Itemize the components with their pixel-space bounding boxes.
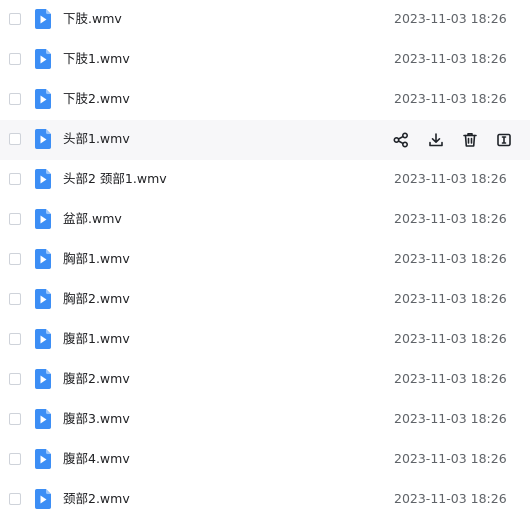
modified-time: 2023-11-03 18:26 bbox=[394, 11, 507, 26]
video-file-icon bbox=[35, 89, 51, 109]
file-row[interactable]: 颈部2.wmv 2023-11-03 18:26 bbox=[0, 480, 530, 509]
file-row[interactable]: 头部1.wmv bbox=[0, 120, 530, 160]
video-file-icon bbox=[35, 369, 51, 389]
file-name[interactable]: 下肢2.wmv bbox=[63, 91, 130, 107]
rename-icon bbox=[495, 131, 513, 149]
modified-time: 2023-11-03 18:26 bbox=[394, 171, 507, 186]
row-checkbox[interactable] bbox=[9, 333, 21, 345]
row-checkbox[interactable] bbox=[9, 213, 21, 225]
file-row[interactable]: 胸部2.wmv 2023-11-03 18:26 bbox=[0, 280, 530, 320]
video-file-icon bbox=[35, 9, 51, 29]
modified-time: 2023-11-03 18:26 bbox=[394, 411, 507, 426]
file-name[interactable]: 胸部2.wmv bbox=[63, 291, 130, 307]
modified-time: 2023-11-03 18:26 bbox=[394, 251, 507, 266]
row-checkbox[interactable] bbox=[9, 173, 21, 185]
video-file-icon bbox=[35, 449, 51, 469]
share-icon bbox=[392, 131, 410, 149]
file-row[interactable]: 下肢1.wmv 2023-11-03 18:26 bbox=[0, 40, 530, 80]
file-row[interactable]: 下肢2.wmv 2023-11-03 18:26 bbox=[0, 80, 530, 120]
download-icon bbox=[427, 131, 445, 149]
row-checkbox[interactable] bbox=[9, 413, 21, 425]
file-row[interactable]: 腹部2.wmv 2023-11-03 18:26 bbox=[0, 360, 530, 400]
file-name[interactable]: 下肢1.wmv bbox=[63, 51, 130, 67]
video-file-icon bbox=[35, 289, 51, 309]
row-checkbox[interactable] bbox=[9, 373, 21, 385]
file-name[interactable]: 头部1.wmv bbox=[63, 131, 130, 147]
video-file-icon bbox=[35, 329, 51, 349]
video-file-icon bbox=[35, 129, 51, 149]
modified-time: 2023-11-03 18:26 bbox=[394, 331, 507, 346]
file-name[interactable]: 下肢.wmv bbox=[63, 11, 122, 27]
video-file-icon bbox=[35, 49, 51, 69]
share-button[interactable] bbox=[392, 131, 410, 149]
file-row[interactable]: 头部2 颈部1.wmv 2023-11-03 18:26 bbox=[0, 160, 530, 200]
row-checkbox[interactable] bbox=[9, 133, 21, 145]
file-name[interactable]: 腹部4.wmv bbox=[63, 451, 130, 467]
row-checkbox[interactable] bbox=[9, 293, 21, 305]
file-name[interactable]: 腹部1.wmv bbox=[63, 331, 130, 347]
modified-time: 2023-11-03 18:26 bbox=[394, 291, 507, 306]
row-checkbox[interactable] bbox=[9, 493, 21, 505]
file-name[interactable]: 盆部.wmv bbox=[63, 211, 122, 227]
delete-button[interactable] bbox=[461, 131, 479, 149]
video-file-icon bbox=[35, 489, 51, 509]
file-name[interactable]: 颈部2.wmv bbox=[63, 491, 130, 507]
video-file-icon bbox=[35, 169, 51, 189]
video-file-icon bbox=[35, 409, 51, 429]
trash-icon bbox=[461, 131, 479, 149]
row-checkbox[interactable] bbox=[9, 93, 21, 105]
modified-time: 2023-11-03 18:26 bbox=[394, 91, 507, 106]
video-file-icon bbox=[35, 209, 51, 229]
modified-time: 2023-11-03 18:26 bbox=[394, 51, 507, 66]
modified-time: 2023-11-03 18:26 bbox=[394, 211, 507, 226]
video-file-icon bbox=[35, 249, 51, 269]
file-list: 下肢.wmv 2023-11-03 18:26 下肢1.wmv 2023-11-03 … bbox=[0, 0, 530, 509]
row-checkbox[interactable] bbox=[9, 53, 21, 65]
file-row[interactable]: 下肢.wmv 2023-11-03 18:26 bbox=[0, 0, 530, 40]
file-row[interactable]: 盆部.wmv 2023-11-03 18:26 bbox=[0, 200, 530, 240]
row-checkbox[interactable] bbox=[9, 13, 21, 25]
download-button[interactable] bbox=[427, 131, 445, 149]
modified-time: 2023-11-03 18:26 bbox=[394, 451, 507, 466]
file-name[interactable]: 腹部2.wmv bbox=[63, 371, 130, 387]
file-row[interactable]: 腹部4.wmv 2023-11-03 18:26 bbox=[0, 440, 530, 480]
file-row[interactable]: 腹部1.wmv 2023-11-03 18:26 bbox=[0, 320, 530, 360]
row-checkbox[interactable] bbox=[9, 453, 21, 465]
modified-time: 2023-11-03 18:26 bbox=[394, 491, 507, 506]
modified-time: 2023-11-03 18:26 bbox=[394, 371, 507, 386]
file-name[interactable]: 腹部3.wmv bbox=[63, 411, 130, 427]
row-checkbox[interactable] bbox=[9, 253, 21, 265]
file-row[interactable]: 胸部1.wmv 2023-11-03 18:26 bbox=[0, 240, 530, 280]
file-name[interactable]: 胸部1.wmv bbox=[63, 251, 130, 267]
rename-button[interactable] bbox=[495, 131, 513, 149]
file-name[interactable]: 头部2 颈部1.wmv bbox=[63, 171, 167, 187]
file-row[interactable]: 腹部3.wmv 2023-11-03 18:26 bbox=[0, 400, 530, 440]
